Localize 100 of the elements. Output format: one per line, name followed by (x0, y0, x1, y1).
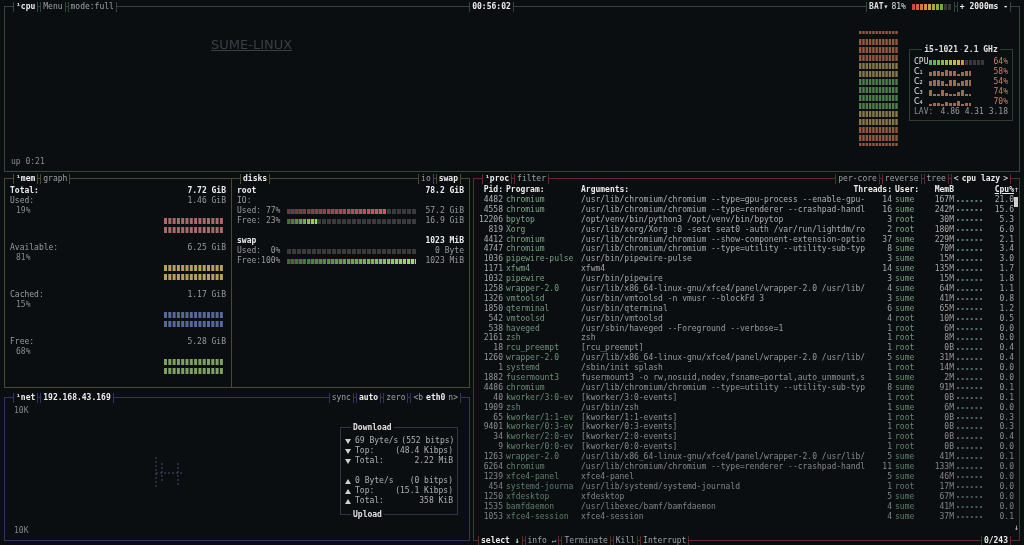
process-action[interactable]: info ↵ (524, 535, 560, 545)
user-cell-text: root (895, 214, 916, 225)
menu-button[interactable]: mode:full (67, 1, 117, 12)
filter-button[interactable]: filter (514, 173, 549, 184)
cpu-sparkline (957, 277, 985, 281)
core-percent: 74% (992, 87, 1008, 97)
core-label: C₄ (914, 97, 924, 107)
cpu-cell-text: 0.0 (998, 363, 1014, 373)
core-percent: 70% (992, 97, 1008, 107)
user-cell-text: root (895, 442, 916, 453)
program-cell-text: kworker/3:0-ev (506, 392, 575, 403)
arguments-cell-text: /usr/lib/chromium/chromium --type=renderer --crashpad-handl (581, 462, 867, 472)
disk-name: swap (237, 236, 257, 246)
panel-toggle[interactable]: swap (435, 173, 461, 184)
cpu-cell-text: 0.0 (998, 402, 1014, 413)
process-action[interactable]: Kill (612, 535, 639, 545)
cpu-cell-text: 1.8 (998, 274, 1014, 284)
core-percent: 58% (992, 67, 1008, 77)
core-graph (929, 98, 971, 106)
scale-label: 10K (14, 526, 30, 536)
memory-cell-text: 0B (943, 392, 954, 403)
process-option[interactable]: per-core (835, 173, 880, 184)
memory-cell-text: 41M (938, 293, 954, 304)
column-header[interactable]: Pid: (477, 185, 503, 195)
graph-toggle[interactable]: graph (40, 173, 71, 184)
threads-cell-text: 1 (886, 343, 892, 353)
memory-cell-text: 0B (943, 432, 954, 442)
column-header[interactable]: User: (895, 185, 921, 195)
arguments-cell-text: /usr/lib/x86_64-linux-gnu/xfce4/panel/wrapper-2.0 /usr/lib/ (581, 353, 867, 364)
cpu-cell-text: 0.1 (998, 511, 1014, 522)
column-header[interactable]: Arguments: (581, 185, 831, 195)
refresh-rate[interactable]: + 2000ms - (956, 1, 1011, 12)
arguments-cell-text: /opt/venv/bin/python3 /opt/venv/bin/bpytop (581, 214, 785, 225)
column-header[interactable]: Program: (506, 185, 578, 195)
program-cell-text: pipewire (506, 274, 546, 284)
panel-toggle[interactable]: io (418, 173, 434, 184)
process-action[interactable]: select ↓ (478, 535, 523, 545)
previous-sort-button[interactable]: < (953, 173, 959, 184)
memory-cell-text: 167M (933, 195, 954, 205)
process-action[interactable]: Interrupt (640, 535, 690, 545)
pid-cell-text: 1850 (482, 303, 503, 314)
program-cell-text: zsh (506, 402, 522, 413)
threads-cell-text: 1 (886, 363, 892, 373)
next-interface-button[interactable]: n> (448, 392, 458, 403)
network-option[interactable]: sync (328, 392, 354, 403)
menu-button[interactable]: Menu (40, 1, 66, 12)
cpu-sparkline (957, 475, 985, 479)
cpu-cell-text: 5.3 (998, 214, 1014, 225)
cpu-tab[interactable]: ¹cpu (13, 1, 39, 12)
memory-tab[interactable]: ¹mem (13, 173, 39, 184)
next-sort-button[interactable]: > (1003, 173, 1008, 184)
program-cell-text: vmtoolsd (506, 313, 546, 324)
program-cell-text: fusermount3 (506, 373, 560, 383)
meter-value: 16.9 GiB (424, 216, 464, 226)
core-label: C₁ (914, 67, 924, 77)
pid-cell-text: 9401 (482, 422, 503, 432)
network-tab[interactable]: ¹net (13, 392, 39, 403)
program-cell-text: chromium (506, 244, 546, 254)
cpu-cell-text: 0.0 (998, 471, 1014, 482)
threads-cell-text: 3 (886, 274, 892, 284)
arguments-cell-text: /usr/sbin/haveged --Foreground --verbose=1 (581, 323, 785, 334)
pid-cell-text: 4412 (482, 234, 503, 244)
program-cell-text: kworker/1:1-ev (506, 412, 575, 422)
cpu-sparkline (957, 376, 985, 380)
core-graph (929, 78, 971, 86)
user-cell-text: root (895, 422, 916, 432)
memory-cell-text: 14M (938, 363, 954, 373)
memory-cell-text: 17M (938, 481, 954, 492)
process-option[interactable]: reverse (881, 173, 922, 184)
memory-label: Cached: (10, 290, 44, 300)
arguments-cell-text: [kworker/0:3-events] (581, 422, 679, 432)
memory-percent: 15% (16, 300, 31, 310)
arguments-cell-text: xfce4-panel (581, 471, 635, 482)
network-option[interactable]: zero (383, 392, 409, 403)
threads-cell-text: 3 (886, 254, 892, 264)
column-header[interactable]: MemB (924, 185, 954, 195)
program-cell-text: wrapper-2.0 (506, 353, 560, 363)
previous-interface-button[interactable]: <b (413, 392, 424, 403)
core-graph (929, 68, 971, 76)
cpu-cell: 21.0 (994, 195, 1014, 205)
disks-tab[interactable]: disks (240, 173, 271, 184)
process-tab[interactable]: ¹proc (482, 173, 513, 184)
arguments-cell-text: /usr/bin/pipewire (581, 274, 664, 284)
program-cell-text: kworker/0:0-ev (506, 442, 575, 452)
column-header[interactable]: Cpu% (994, 185, 1014, 195)
scroll-down-arrow[interactable]: ↓ (1014, 523, 1019, 533)
cpu-sparkline (957, 346, 985, 350)
user-cell-text: root (895, 323, 916, 333)
memory-cell-text: 41M (938, 452, 954, 462)
network-option[interactable]: auto (355, 392, 382, 403)
cpu-cell-text: 0.0 (998, 333, 1014, 343)
column-header[interactable]: Threads: (834, 185, 892, 195)
pid-cell-text: 4486 (482, 382, 503, 393)
arguments-cell-text: zsh (581, 333, 596, 343)
threads-cell-text: 2 (886, 224, 892, 235)
scroll-up-arrow[interactable]: ↑ (1014, 185, 1019, 195)
process-action[interactable]: Terminate (561, 535, 611, 545)
process-option[interactable]: tree (923, 173, 949, 184)
user-cell-text: sume (895, 402, 916, 413)
scrollbar-thumb[interactable] (1014, 197, 1019, 207)
